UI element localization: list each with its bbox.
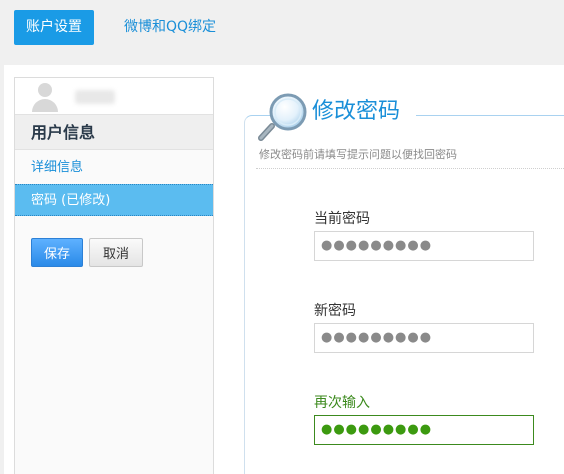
panel-description: 修改密码前请填写提示问题以便找回密码 xyxy=(259,148,457,161)
tab-account-settings[interactable]: 账户设置 xyxy=(14,10,94,45)
confirm-password-input[interactable]: ●●●●●●●●● xyxy=(314,415,534,445)
sidebar: 用户信息 详细信息 密码 (已修改) 保存 取消 xyxy=(14,77,214,474)
tab-weibo-qq-binding[interactable]: 微博和QQ绑定 xyxy=(124,10,216,45)
cancel-button[interactable]: 取消 xyxy=(89,238,143,267)
sidebar-section-title: 用户信息 xyxy=(15,114,213,150)
save-button[interactable]: 保存 xyxy=(31,238,83,267)
new-password-input[interactable]: ●●●●●●●●● xyxy=(314,323,534,353)
blurred-username xyxy=(75,90,115,104)
magnifier-icon xyxy=(258,93,307,141)
panel-title: 修改密码 xyxy=(312,99,401,124)
sidebar-item-password[interactable]: 密码 (已修改) xyxy=(15,184,213,216)
confirm-password-label: 再次输入 xyxy=(314,395,370,411)
current-password-input[interactable]: ●●●●●●●●● xyxy=(314,231,534,261)
divider xyxy=(256,168,564,169)
avatar xyxy=(29,80,61,112)
sidebar-item-details[interactable]: 详细信息 xyxy=(15,152,213,184)
current-password-label: 当前密码 xyxy=(314,211,370,227)
profile-header xyxy=(15,78,213,114)
new-password-label: 新密码 xyxy=(314,303,356,319)
